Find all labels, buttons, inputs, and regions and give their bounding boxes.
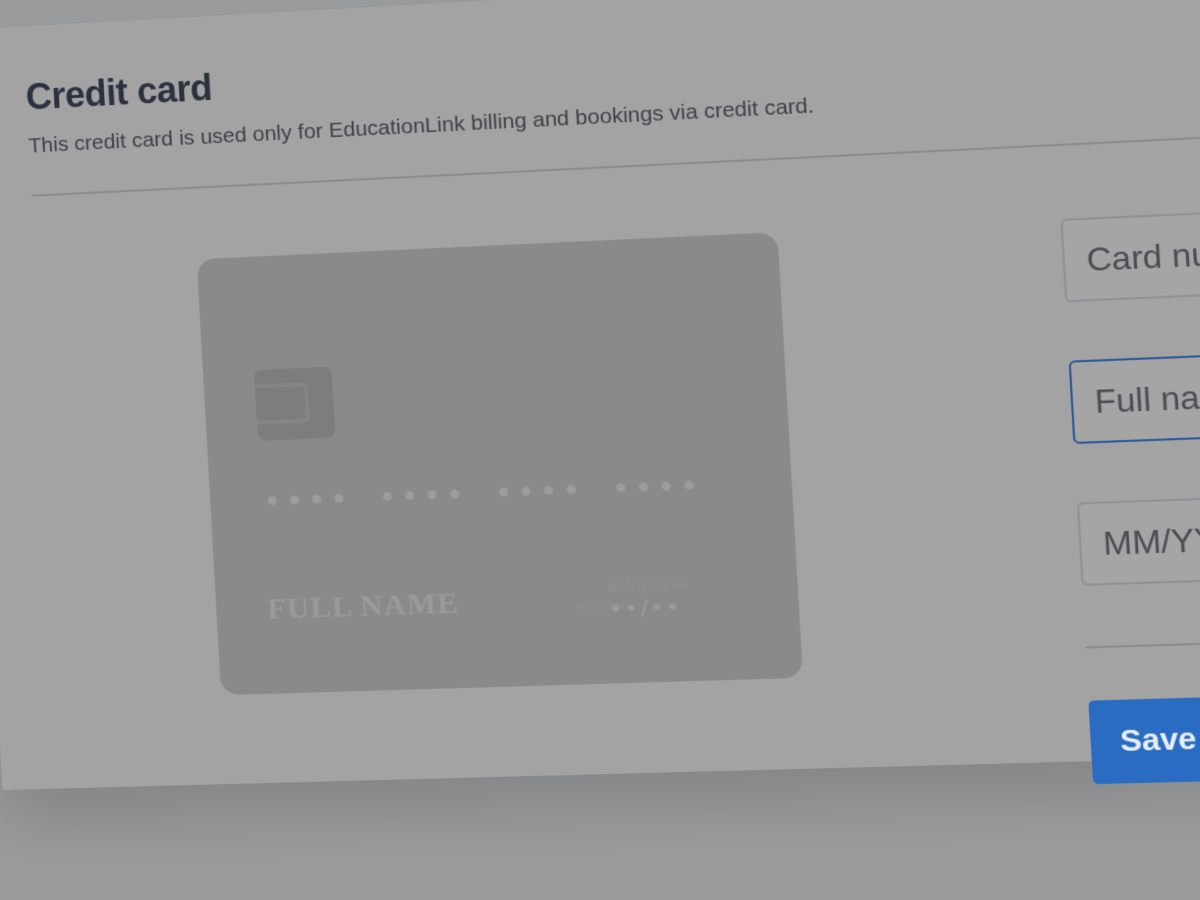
card-number-field-wrapper [1060,204,1200,303]
full-name-input[interactable] [1070,350,1200,442]
expiry-input[interactable] [1079,493,1200,584]
full-name-field-wrapper [1068,347,1200,445]
page-title: Credit card [24,66,214,118]
card-chip-icon [253,366,336,441]
expiry-field-wrapper [1076,491,1200,586]
card-preview-number: •••• •••• •••• •••• [262,468,704,521]
form-divider [1085,637,1200,649]
card-number-input[interactable] [1062,206,1200,301]
card-preview-name: FULL NAME [266,586,460,626]
credit-card-preview: •••• •••• •••• •••• FULL NAME MONTH/YEAR… [196,232,804,696]
card-chip-inner [254,382,311,425]
screen: Credit card This credit card is used onl… [0,0,1200,900]
card-preview-expiry: ••/•• [608,595,683,624]
card-preview-valid-label: MONTH/YEAR [607,580,689,595]
credit-card-panel: Credit card This credit card is used onl… [0,0,1200,791]
save-button[interactable]: Save [1088,696,1200,785]
